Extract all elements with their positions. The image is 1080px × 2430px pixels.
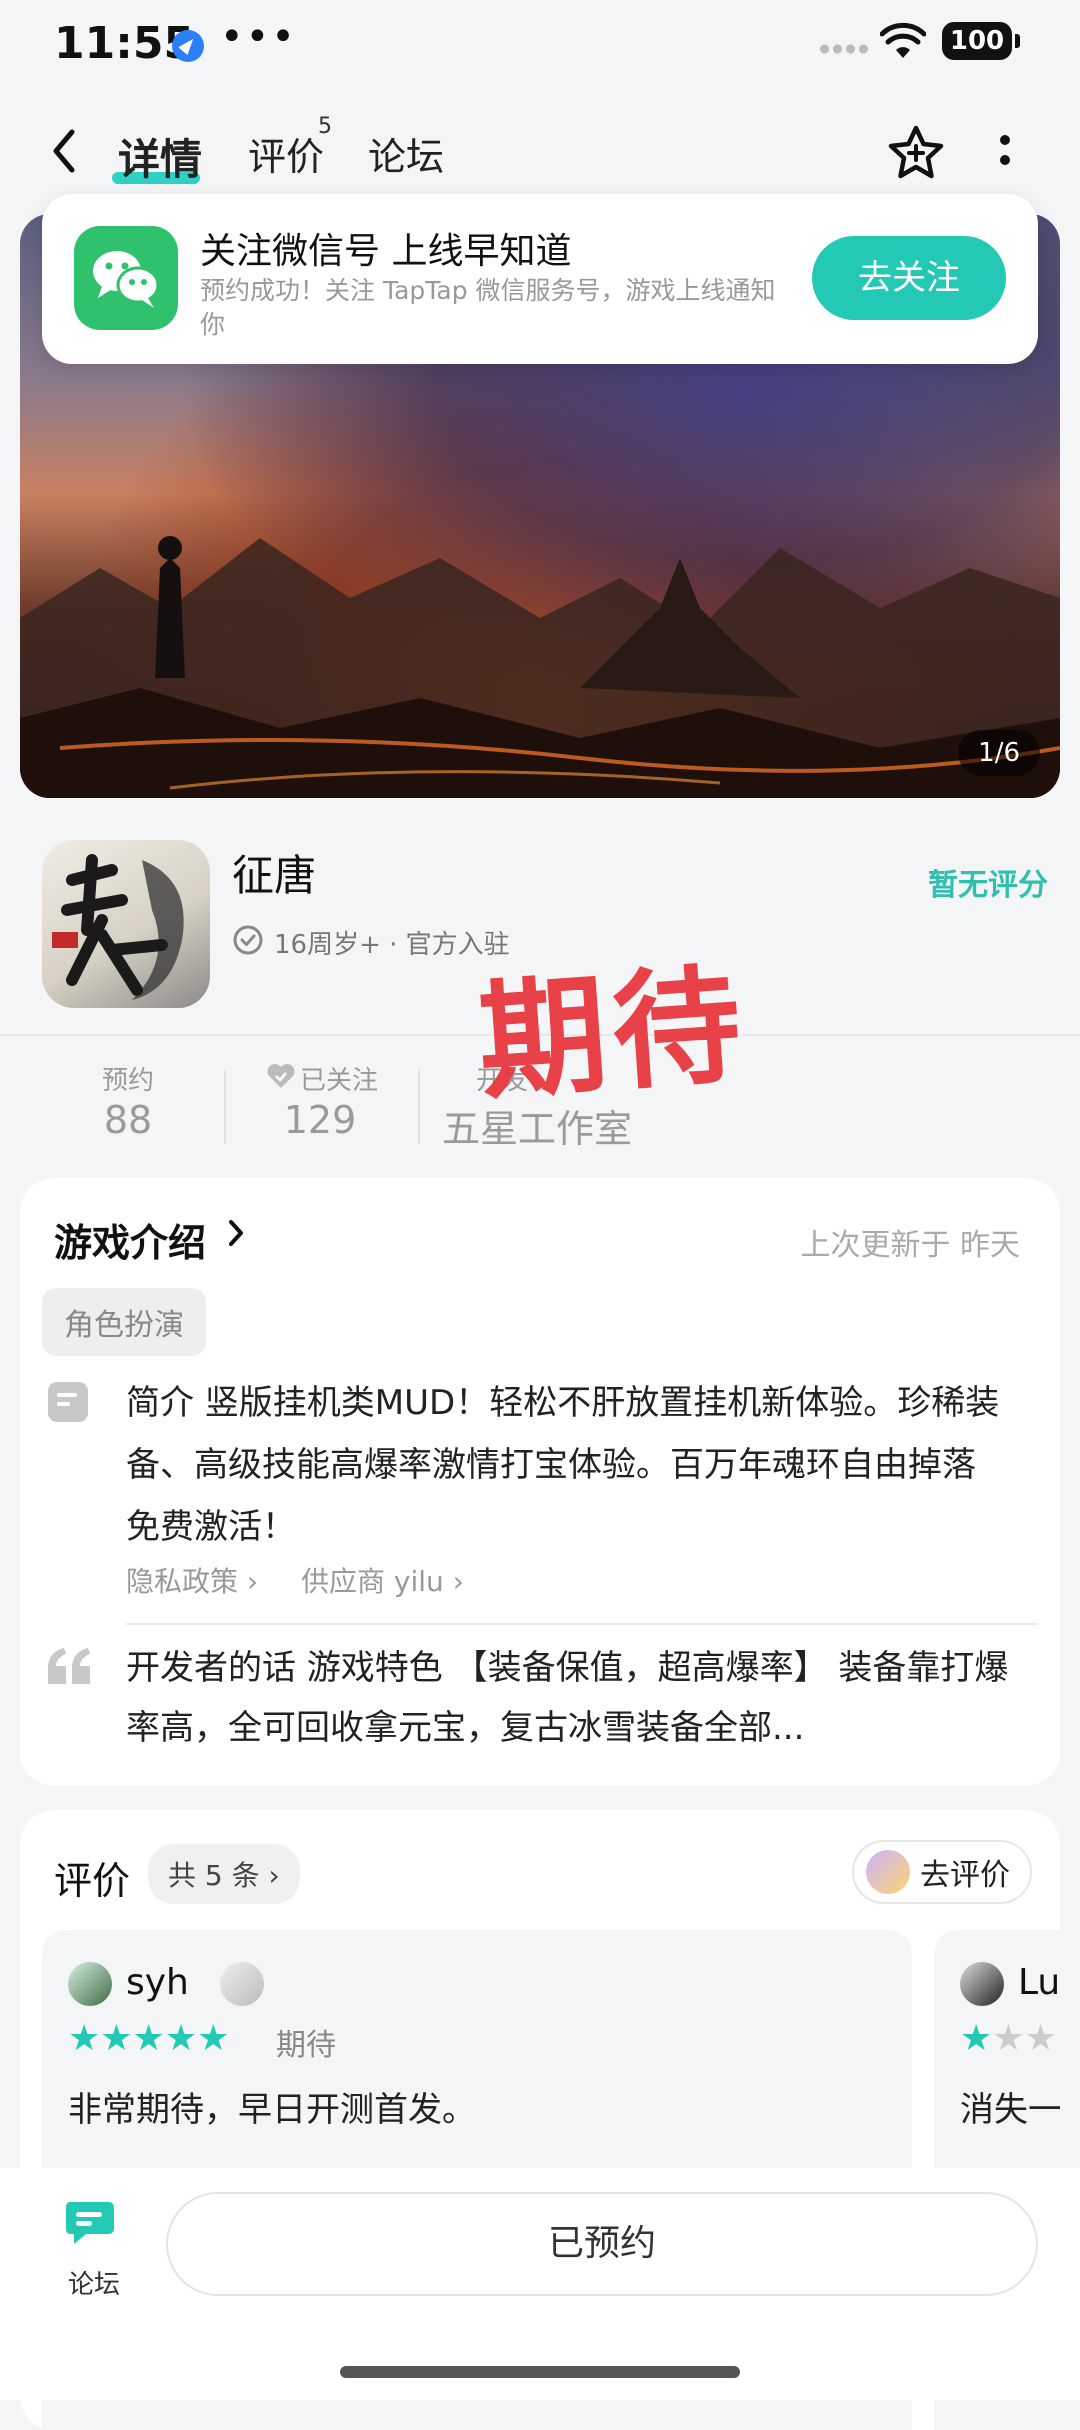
wechat-follow-notification[interactable]: 关注微信号 上线早知道 预约成功！关注 TapTap 微信服务号，游戏上线通知你… — [42, 194, 1038, 364]
stat-separator — [224, 1070, 226, 1144]
privacy-policy-link[interactable]: 隐私政策 › — [126, 1565, 258, 1598]
signal-icon — [818, 44, 870, 54]
battery-indicator: 100 — [942, 22, 1020, 60]
back-arrow-icon[interactable] — [50, 128, 78, 174]
reviewer-name: Lu — [1018, 1962, 1060, 2003]
more-vertical-icon[interactable] — [998, 132, 1012, 172]
stat-value-reservations: 88 — [103, 1098, 153, 1142]
reviewer-name: syh — [126, 1962, 189, 2003]
reviewer-avatar — [68, 1962, 112, 2006]
heart-icon — [267, 1064, 295, 1088]
favorite-star-icon[interactable] — [886, 124, 946, 182]
stat-label-reservations: 预约 — [101, 1066, 154, 1096]
review-status: 期待 — [276, 2028, 336, 2063]
quote-icon — [48, 1648, 90, 1684]
wechat-icon — [74, 226, 178, 330]
intro-title[interactable]: 游戏介绍 — [54, 1212, 206, 1267]
reviewer-avatar — [960, 1962, 1004, 2006]
forum-label[interactable]: 论坛 — [68, 2264, 120, 2301]
wifi-icon — [880, 22, 926, 58]
reviewer-badge — [220, 1962, 264, 2006]
write-review-button[interactable]: 去评价 — [852, 1840, 1032, 1904]
verified-check-icon — [233, 925, 263, 955]
expectation-stamp: 期待 — [473, 950, 752, 1119]
game-intro-card: 游戏介绍 上次更新于 昨天 角色扮演 简介 竖版挂机类MUD！轻松不肝放置挂机新… — [20, 1178, 1060, 1786]
intro-links: 隐私政策 › 供应商 yilu › — [126, 1560, 498, 1600]
genre-tag[interactable]: 角色扮演 — [42, 1288, 206, 1356]
rating-stars: ★★★★★ — [960, 2018, 1060, 2059]
supplier-link[interactable]: 供应商 yilu › — [301, 1565, 464, 1598]
rating-stars: ★★★★★ — [68, 2018, 230, 2059]
notification-title: 关注微信号 上线早知道 — [200, 231, 572, 272]
forum-chat-icon[interactable] — [64, 2198, 118, 2250]
developer-notes[interactable]: 开发者的话 游戏特色 【装备保值，超高爆率】 装备靠打爆率高，全可回收拿元宝，复… — [126, 1638, 1016, 1758]
document-icon — [48, 1382, 88, 1422]
stat-label-followers: 已关注 — [300, 1066, 379, 1096]
review-text: 非常期待，早日开测首发。 — [68, 2090, 476, 2130]
banner-page-counter: 1/6 — [958, 730, 1040, 776]
divider — [126, 1623, 1038, 1625]
intro-updated-time: 上次更新于 昨天 — [800, 1228, 1020, 1263]
chevron-right-icon[interactable] — [226, 1218, 246, 1248]
reviews-count-chip[interactable]: 共 5 条 › — [148, 1844, 300, 1904]
tab-reviews[interactable]: 评价 — [248, 126, 324, 181]
tab-details[interactable]: 详情 — [118, 126, 202, 187]
location-icon — [172, 30, 204, 62]
tab-reviews-count: 5 — [318, 114, 332, 139]
status-more-icon: ••• — [220, 14, 297, 60]
app-rating: 暂无评分 — [928, 868, 1048, 903]
review-text: 消失一 — [960, 2090, 1060, 2130]
intro-description: 简介 竖版挂机类MUD！轻松不肝放置挂机新体验。珍稀装备、高级技能高爆率激情打宝… — [126, 1383, 1000, 1547]
reviews-title: 评价 — [54, 1859, 131, 1903]
stat-value-followers: 129 — [283, 1098, 357, 1142]
app-name: 征唐 — [232, 851, 317, 900]
tab-forum[interactable]: 论坛 — [368, 126, 444, 181]
reserved-button[interactable]: 已预约 — [166, 2192, 1038, 2296]
notification-description: 预约成功！关注 TapTap 微信服务号，游戏上线通知你 — [200, 276, 776, 339]
stat-separator — [418, 1070, 420, 1144]
user-avatar — [866, 1850, 910, 1894]
follow-wechat-button[interactable]: 去关注 — [812, 236, 1006, 320]
app-icon — [42, 840, 210, 1008]
banner-artwork — [20, 536, 1060, 798]
home-indicator[interactable] — [340, 2366, 740, 2378]
